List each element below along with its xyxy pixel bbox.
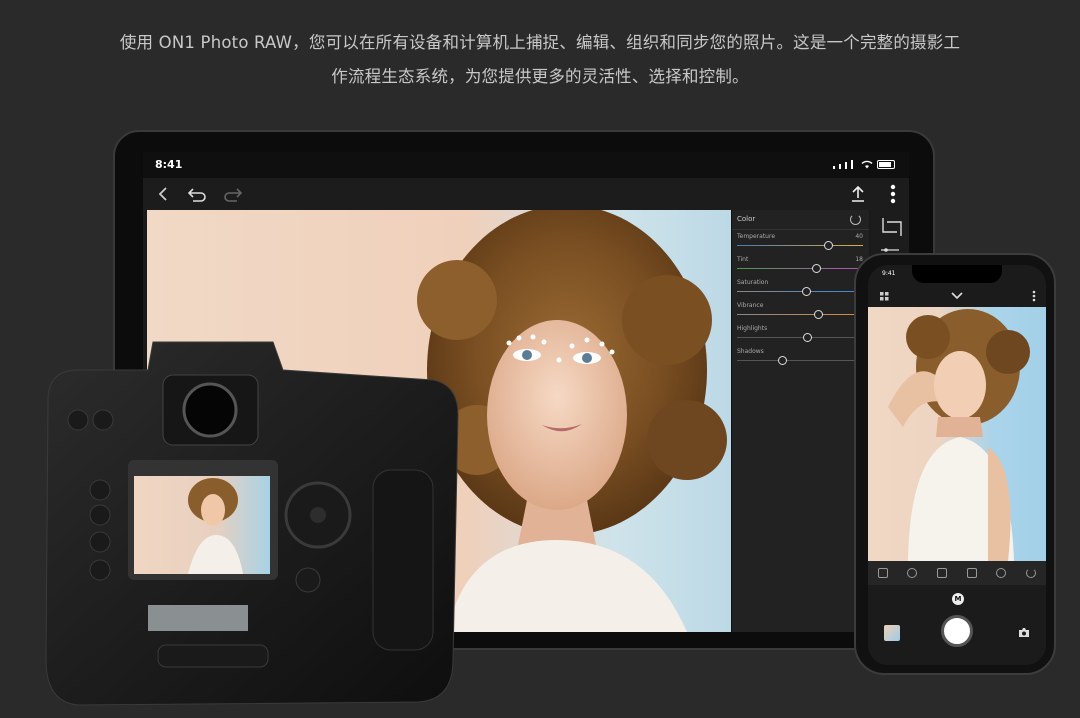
back-button[interactable] xyxy=(151,182,175,206)
slider-temperature[interactable]: Temperature 40 xyxy=(732,230,869,253)
slider-knob[interactable] xyxy=(811,264,821,273)
phone-capture-bar: M xyxy=(868,585,1046,665)
chevron-down-icon xyxy=(951,292,963,300)
grid-icon xyxy=(880,292,889,301)
color-adjust-panel: Color Temperature 40 Tint 18 Saturation … xyxy=(731,210,869,632)
tool-icon[interactable] xyxy=(1026,568,1037,578)
slider-knob[interactable] xyxy=(824,241,834,250)
redo-icon xyxy=(224,188,243,202)
slider-label: Tint xyxy=(737,256,749,263)
signal-icon-bar xyxy=(851,160,853,169)
status-icons xyxy=(833,159,895,169)
slider-label: Shadows xyxy=(737,348,764,355)
slider-label: Highlights xyxy=(737,325,768,332)
gallery-thumbnail[interactable] xyxy=(884,625,900,641)
redo-button[interactable] xyxy=(221,182,245,206)
undo-button[interactable] xyxy=(185,182,209,206)
phone-device: 9:41 M xyxy=(854,253,1056,675)
slider-track[interactable] xyxy=(737,268,863,269)
more-vertical-icon xyxy=(1032,290,1036,302)
flip-camera-icon[interactable] xyxy=(1016,625,1032,641)
signal-icon-bar xyxy=(845,162,847,169)
tool-icon[interactable] xyxy=(996,568,1007,578)
slider-track[interactable] xyxy=(737,314,863,315)
phone-photo[interactable] xyxy=(868,307,1046,561)
signal-icon xyxy=(833,166,835,169)
phone-status-time: 9:41 xyxy=(882,270,896,277)
undo-icon xyxy=(187,188,206,202)
phone-screen: 9:41 M xyxy=(868,265,1046,665)
slider-knob[interactable] xyxy=(801,287,811,296)
slider-tint[interactable]: Tint 18 xyxy=(732,253,869,276)
back-icon xyxy=(158,187,167,201)
editor-toolbar xyxy=(143,178,909,210)
slider-saturation[interactable]: Saturation xyxy=(732,276,869,299)
share-icon xyxy=(852,185,864,202)
slider-label: Vibrance xyxy=(737,302,764,309)
mode-badge[interactable]: M xyxy=(952,593,964,605)
slider-label: Saturation xyxy=(737,279,769,286)
slider-list: Temperature 40 Tint 18 Saturation Vibran… xyxy=(732,230,869,368)
phone-toolbar xyxy=(868,285,1046,307)
slider-knob[interactable] xyxy=(777,356,787,365)
headline-line-1: 使用 ON1 Photo RAW，您可以在所有设备和计算机上捕捉、编辑、组织和同… xyxy=(119,33,961,52)
more-menu-button[interactable] xyxy=(881,182,905,206)
camera-illustration xyxy=(45,341,459,706)
signal-icon-bar xyxy=(839,164,841,169)
panel-header: Color xyxy=(732,210,869,230)
tablet-status-bar: 8:41 xyxy=(143,152,909,178)
slider-track[interactable] xyxy=(737,337,863,338)
slider-value: 40 xyxy=(855,233,863,240)
headline: 使用 ON1 Photo RAW，您可以在所有设备和计算机上捕捉、编辑、组织和同… xyxy=(100,26,980,94)
tablet-status-time: 8:41 xyxy=(155,158,183,171)
slider-knob[interactable] xyxy=(803,333,813,342)
phone-toolbar-icons xyxy=(880,290,1036,302)
slider-knob[interactable] xyxy=(814,310,824,319)
reset-icon[interactable] xyxy=(850,214,861,225)
tool-icon[interactable] xyxy=(966,568,977,578)
battery-icon xyxy=(877,160,895,169)
phone-notch xyxy=(912,265,1002,283)
shutter-button[interactable] xyxy=(941,615,973,647)
dslr-camera xyxy=(38,330,463,710)
share-button[interactable] xyxy=(846,182,870,206)
slider-vibrance[interactable]: Vibrance xyxy=(732,299,869,322)
tool-icon[interactable] xyxy=(907,568,918,578)
wifi-icon xyxy=(861,160,873,169)
phone-edit-tools xyxy=(868,561,1046,585)
tool-icon[interactable] xyxy=(877,568,888,578)
slider-track[interactable] xyxy=(737,291,863,292)
slider-label: Temperature xyxy=(737,233,776,240)
more-vertical-icon xyxy=(890,184,896,204)
slider-highlights[interactable]: Highlights xyxy=(732,322,869,345)
slider-track[interactable] xyxy=(737,360,863,361)
slider-track[interactable] xyxy=(737,245,863,246)
tool-icon[interactable] xyxy=(937,568,948,578)
panel-title: Color xyxy=(737,215,756,223)
phone-portrait-image xyxy=(888,309,1030,561)
slider-shadows[interactable]: Shadows xyxy=(732,345,869,368)
headline-line-2: 作流程生态系统，为您提供更多的灵活性、选择和控制。 xyxy=(331,67,749,86)
